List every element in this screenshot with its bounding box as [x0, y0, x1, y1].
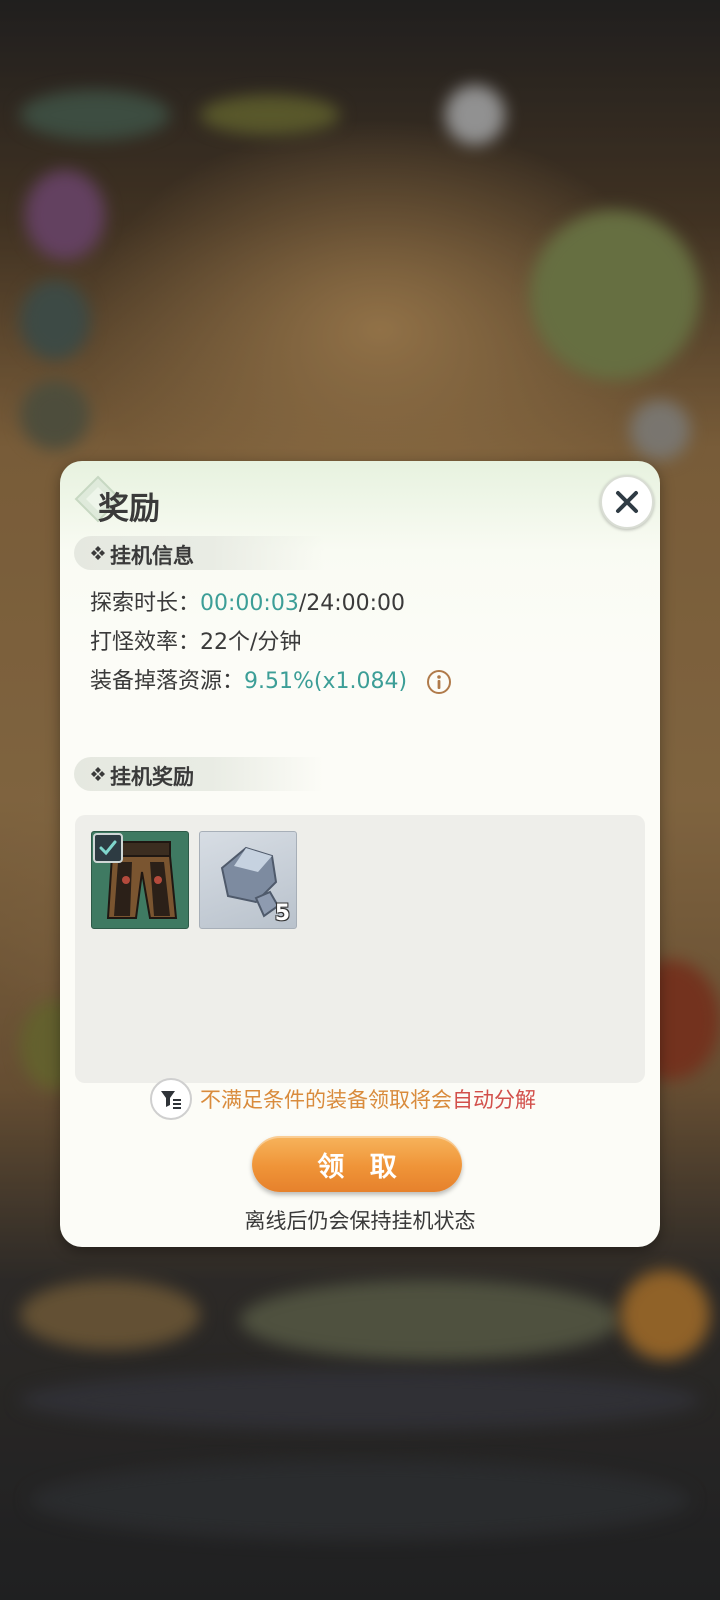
kill-rate-value: 22个/分钟: [200, 630, 302, 655]
idle-rewards-title: 挂机奖励: [110, 765, 194, 789]
dialog-title: 奖励: [98, 491, 160, 527]
filter-button[interactable]: [150, 1078, 192, 1120]
close-button[interactable]: [600, 475, 654, 529]
check-icon: [99, 840, 117, 856]
claim-button[interactable]: 领 取: [252, 1136, 462, 1192]
notice-highlight: 自动分解: [452, 1088, 536, 1112]
kill-rate-label: 打怪效率：: [90, 630, 201, 655]
reward-dialog: 奖励 挂机信息 探索时长：00:00:03/24:00:00 打怪效率：22个/…: [60, 461, 660, 1247]
claim-button-label: 领 取: [317, 1151, 405, 1183]
drop-resource-row: 装备掉落资源：9.51%(x1.084): [90, 663, 452, 695]
diamond-bullet-icon: [91, 767, 105, 781]
item-quantity: 5: [274, 901, 290, 926]
notice-text: 不满足条件的装备领取将会自动分解: [200, 1084, 536, 1114]
drop-resource-label: 装备掉落资源：: [90, 669, 245, 694]
reward-item-ore[interactable]: 5: [199, 831, 297, 929]
auto-decompose-notice: 不满足条件的装备领取将会自动分解: [150, 1078, 536, 1120]
idle-info-header: 挂机信息: [74, 536, 324, 570]
reward-item-grid: 5: [75, 815, 645, 1083]
notice-text-main: 不满足条件的装备领取将会: [200, 1088, 452, 1112]
filter-icon: [161, 1091, 181, 1109]
diamond-bullet-icon: [91, 546, 105, 560]
explore-time-max: /24:00:00: [298, 591, 406, 616]
explore-time-current: 00:00:03: [200, 591, 299, 616]
offline-note: 离线后仍会保持挂机状态: [244, 1209, 476, 1233]
close-icon: [616, 491, 638, 513]
info-icon[interactable]: [426, 669, 452, 695]
kill-rate-row: 打怪效率：22个/分钟: [90, 624, 301, 656]
drop-resource-value: 9.51%(x1.084): [244, 669, 408, 694]
selected-checkbox[interactable]: [93, 833, 123, 863]
explore-time-row: 探索时长：00:00:03/24:00:00: [90, 585, 405, 617]
explore-time-label: 探索时长：: [90, 591, 201, 616]
idle-rewards-header: 挂机奖励: [74, 757, 324, 791]
reward-item-armor[interactable]: [91, 831, 189, 929]
idle-info-title: 挂机信息: [110, 544, 194, 568]
